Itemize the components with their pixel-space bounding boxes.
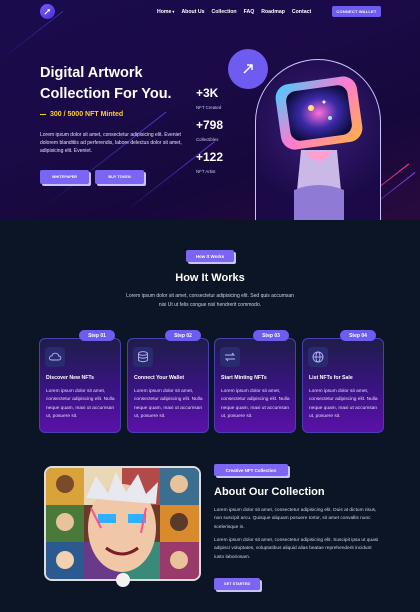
step-title: Discover New NFTs [46, 375, 95, 381]
chevron-down-icon: ▾ [172, 9, 175, 14]
nav-contact[interactable]: Contact [292, 9, 311, 15]
globe-icon [308, 347, 328, 367]
creative-collection-pill: Creative NFT Collection [214, 464, 288, 476]
step-description: Lorem ipsum dolor sit amet, consectetur … [46, 389, 115, 420]
logo-icon[interactable] [40, 4, 55, 19]
step-title: Connect Your Wallet [134, 375, 185, 381]
tv-head-illustration [275, 76, 363, 220]
hero-description: Lorem ipsum dolor sit amet, consectetur … [40, 132, 182, 155]
how-it-works-title: How It Works [175, 272, 245, 284]
step-description: Lorem ipsum dolor sit amet, consectetur … [134, 389, 203, 420]
cloud-icon [45, 347, 65, 367]
minted-text: 300 / 5000 NFT Minted [50, 111, 124, 118]
step-badge-4: Step 04 [340, 330, 376, 341]
stat-label: NFT Created [196, 105, 222, 110]
stat-value: +3K [196, 86, 219, 100]
stat-nft-created: +3K NFT Created [196, 86, 236, 110]
nav-collection[interactable]: Collection [212, 9, 237, 15]
minted-counter: 300 / 5000 NFT Minted [40, 111, 123, 118]
collage-illustration [46, 468, 199, 579]
nav-faq[interactable]: FAQ [244, 9, 255, 15]
step-card-1: Discover New NFTs Lorem ipsum dolor sit … [39, 338, 121, 433]
nav-home[interactable]: Home▾ [157, 9, 174, 15]
step-description: Lorem ipsum dolor sit amet, consectetur … [309, 389, 378, 420]
database-icon [133, 347, 153, 367]
stat-value: +798 [196, 118, 224, 132]
exchange-icon [220, 347, 240, 367]
step-card-3: Start Minting NFTs Lorem ipsum dolor sit… [214, 338, 296, 433]
stat-nft-artist: +122 NFT Artist [196, 150, 236, 174]
step-badge-1: Step 01 [79, 330, 115, 341]
stat-collectibles: +798 Collectibles [196, 118, 236, 142]
nav-about[interactable]: About Us [181, 9, 204, 15]
about-paragraph-2: Lorem ipsum dolor sit amet, consectetur … [214, 538, 379, 560]
stat-label: Collectibles [196, 137, 219, 142]
how-it-works-pill: How It Works [186, 250, 234, 262]
dash-decoration [40, 114, 46, 115]
stat-label: NFT Artist [196, 169, 216, 174]
how-it-works-description: Lorem ipsum dolor sit amet, consectetur … [126, 293, 294, 308]
nav-links: Home▾ About Us Collection FAQ Roadmap Co… [157, 9, 311, 15]
get-started-button[interactable]: GET STARTED [214, 578, 260, 590]
whitepaper-button[interactable]: WHITEPAPER [40, 170, 89, 184]
stat-value: +122 [196, 150, 224, 164]
hero-section: Home▾ About Us Collection FAQ Roadmap Co… [0, 0, 420, 220]
step-badge-3: Step 03 [253, 330, 289, 341]
carousel-dot[interactable] [116, 573, 130, 587]
step-card-4: List NFTs for Sale Lorem ipsum dolor sit… [302, 338, 384, 433]
top-nav: Home▾ About Us Collection FAQ Roadmap Co… [0, 0, 420, 24]
step-title: List NFTs for Sale [309, 375, 353, 381]
step-badge-2: Step 02 [165, 330, 201, 341]
step-title: Start Minting NFTs [221, 375, 267, 381]
about-paragraph-1: Lorem ipsum dolor sit amet, consectetur … [214, 508, 377, 530]
buy-token-button[interactable]: BUY TOKEN [95, 170, 144, 184]
collection-collage-image [44, 466, 201, 581]
hero-title: Digital Artwork Collection For You. [40, 65, 172, 102]
step-description: Lorem ipsum dolor sit amet, consectetur … [221, 389, 290, 420]
connect-wallet-button[interactable]: CONNECT WALLET [332, 6, 381, 17]
nav-roadmap[interactable]: Roadmap [261, 9, 285, 15]
about-title: About Our Collection [214, 486, 325, 498]
step-card-2: Connect Your Wallet Lorem ipsum dolor si… [127, 338, 209, 433]
scroll-badge-icon[interactable] [228, 49, 268, 89]
hero-artwork [255, 59, 381, 220]
